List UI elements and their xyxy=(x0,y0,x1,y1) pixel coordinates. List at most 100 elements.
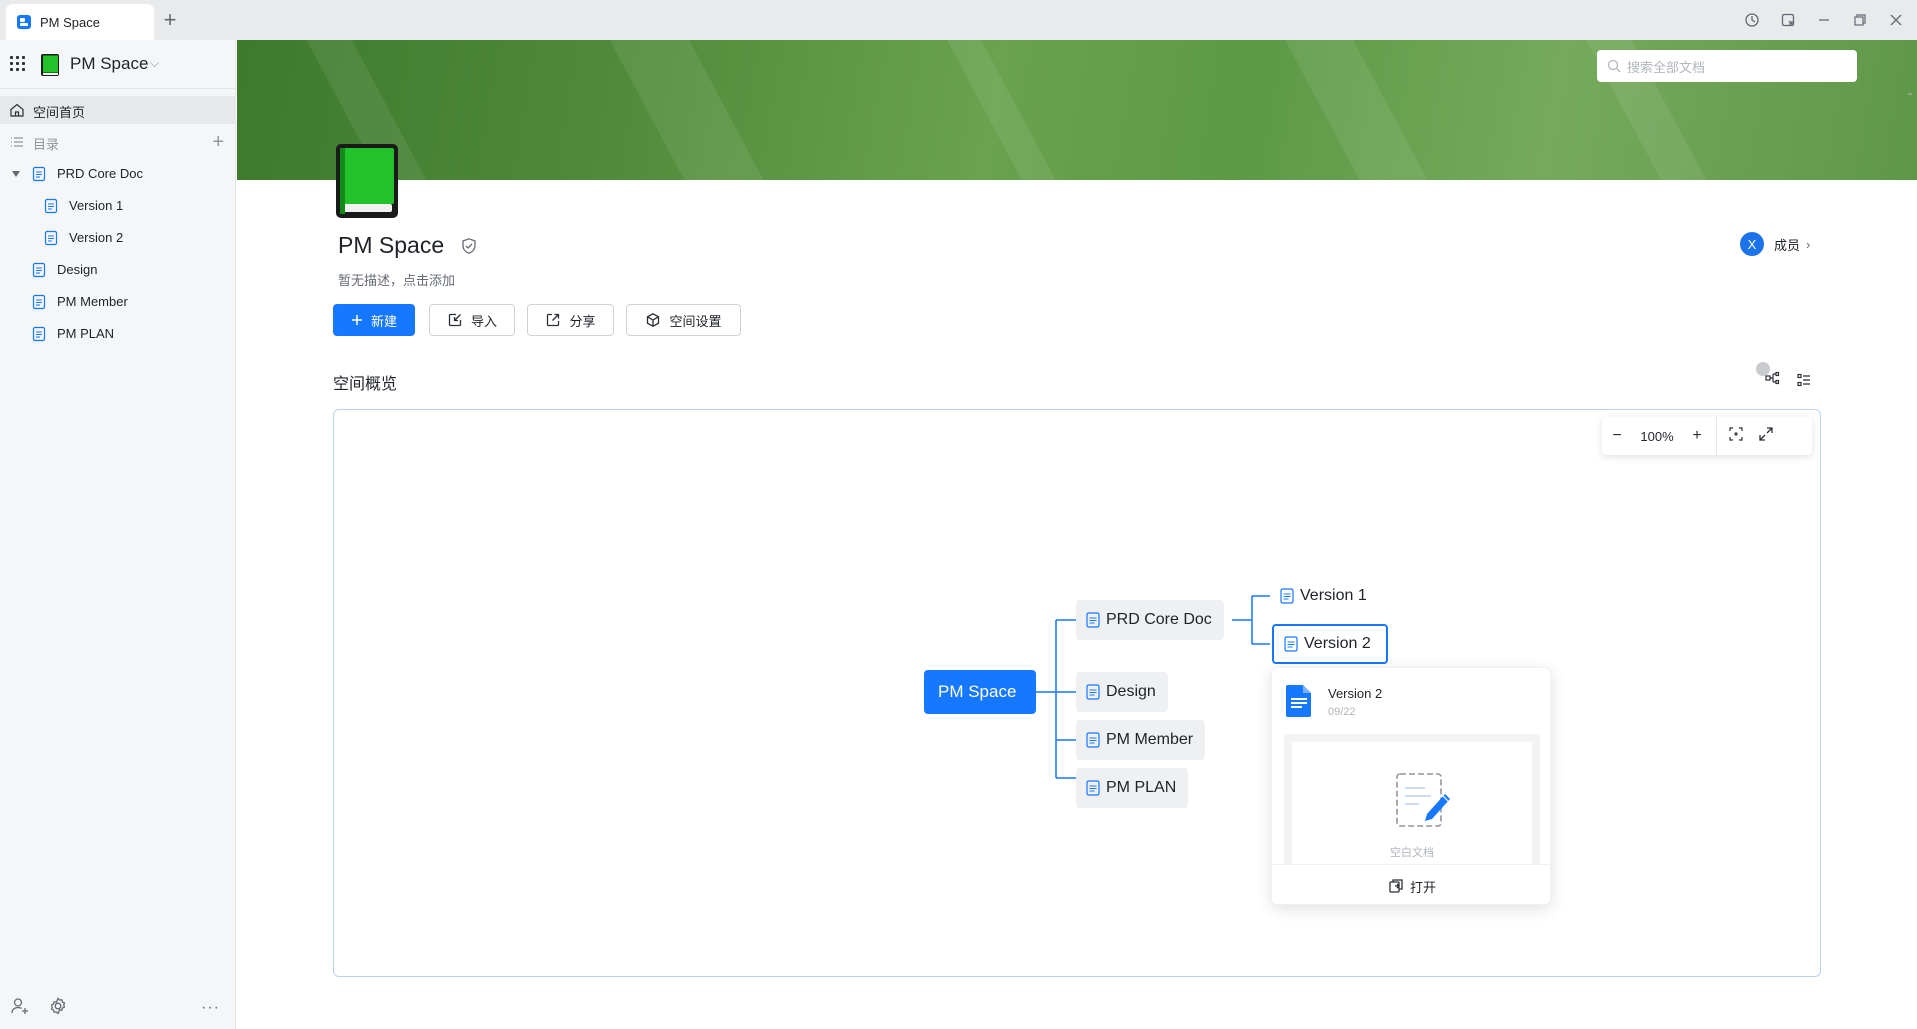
mindmap-node-version-2[interactable]: Version 2 xyxy=(1272,624,1388,664)
share-icon xyxy=(547,313,560,327)
list-icon xyxy=(11,137,23,147)
popover-date: 09/22 xyxy=(1328,706,1356,718)
sidebar-item-pm-member[interactable]: PM Member xyxy=(0,288,236,316)
sidebar-item-home[interactable]: 空间首页 xyxy=(0,96,236,124)
import-label: 导入 xyxy=(470,313,497,329)
sync-icon[interactable] xyxy=(1742,10,1762,30)
mindmap-root-node[interactable]: PM Space xyxy=(924,670,1036,714)
search-placeholder: 搜索全部文档 xyxy=(1627,59,1706,75)
close-icon[interactable] xyxy=(1886,10,1906,30)
blank-doc-edit-icon xyxy=(1396,773,1450,827)
app-logo-icon xyxy=(17,15,31,29)
space-book-logo xyxy=(336,144,398,218)
node-label: PM Member xyxy=(1106,731,1194,748)
mindmap-icon xyxy=(1765,371,1780,385)
gear-icon[interactable] xyxy=(48,996,68,1016)
sidebar-item-version-2[interactable]: Version 2 xyxy=(0,224,236,252)
plus-icon xyxy=(351,315,362,325)
doc-icon xyxy=(32,166,46,182)
doc-preview-popover: Version 2 09/22 空白文档 打开 xyxy=(1271,667,1552,905)
sidebar-item-label: Version 2 xyxy=(69,230,124,245)
open-external-icon xyxy=(1389,879,1403,893)
import-icon xyxy=(448,313,462,327)
list-view-icon[interactable] xyxy=(1796,372,1812,388)
search-input[interactable]: 搜索全部文档 xyxy=(1597,50,1857,82)
space-book-icon xyxy=(41,54,59,76)
add-member-icon[interactable] xyxy=(10,996,30,1016)
more-options-button[interactable]: ··· xyxy=(201,999,220,1017)
members-label: 成员 xyxy=(1774,237,1801,253)
sidebar-item-pm-plan[interactable]: PM PLAN xyxy=(0,320,236,348)
overview-title: 空间概览 xyxy=(333,376,398,393)
sidebar-item-label: 空间首页 xyxy=(33,105,86,120)
doc-icon xyxy=(32,326,46,342)
doc-preview-area[interactable]: 空白文档 xyxy=(1284,734,1540,864)
doc-icon xyxy=(1086,684,1100,700)
node-label: Design xyxy=(1106,683,1156,700)
sidebar-item-label: PRD Core Doc xyxy=(57,166,143,181)
doc-icon xyxy=(1086,780,1100,796)
pin-window-icon[interactable] xyxy=(1778,10,1798,30)
sidebar-item-prd-core-doc[interactable]: PRD Core Doc xyxy=(0,160,236,188)
sidebar-item-label: Design xyxy=(57,262,98,277)
shield-check-icon[interactable] xyxy=(460,237,478,255)
open-doc-button[interactable]: 打开 xyxy=(1272,872,1552,900)
members-button[interactable]: X 成员 › xyxy=(1740,232,1810,256)
doc-icon xyxy=(32,262,46,278)
avatar: X xyxy=(1740,232,1764,256)
title-bar: PM Space + xyxy=(0,0,1917,40)
home-icon xyxy=(10,103,24,117)
space-switcher[interactable]: PM Space ⌵ xyxy=(0,40,236,88)
scroll-indicator: ⌃ xyxy=(1906,92,1915,103)
blank-doc-label: 空白文档 xyxy=(1390,847,1434,859)
page-title: PM Space xyxy=(338,232,445,258)
mindmap-node-design[interactable]: Design xyxy=(1076,672,1168,712)
node-label: Version 1 xyxy=(1300,587,1367,604)
new-button[interactable]: 新建 xyxy=(333,304,415,336)
new-label: 新建 xyxy=(370,313,397,329)
sidebar-catalog-label: 目录 xyxy=(33,137,60,152)
mindmap-node-pm-plan[interactable]: PM PLAN xyxy=(1076,768,1189,808)
node-label: PM PLAN xyxy=(1106,779,1177,796)
mindmap-node-prd-core-doc[interactable]: PRD Core Doc xyxy=(1076,600,1224,640)
browser-tab[interactable]: PM Space xyxy=(6,4,154,40)
doc-icon xyxy=(32,294,46,310)
node-label: Version 2 xyxy=(1304,635,1371,652)
divider xyxy=(1272,864,1552,865)
share-label: 分享 xyxy=(569,313,596,329)
cube-icon xyxy=(647,313,660,327)
sidebar-item-design[interactable]: Design xyxy=(0,256,236,284)
new-tab-button[interactable]: + xyxy=(158,8,182,32)
space-settings-button[interactable]: 空间设置 xyxy=(626,304,741,336)
doc-icon xyxy=(1086,732,1100,748)
minimize-icon[interactable] xyxy=(1814,10,1834,30)
popover-title: Version 2 xyxy=(1328,686,1383,701)
doc-file-icon xyxy=(1286,685,1311,717)
chevron-right-icon: › xyxy=(1806,236,1811,252)
chevron-down-icon[interactable]: ⌵ xyxy=(150,56,159,71)
import-button[interactable]: 导入 xyxy=(429,304,515,336)
doc-icon xyxy=(1280,588,1294,604)
mindmap-node-pm-member[interactable]: PM Member xyxy=(1076,720,1206,760)
caret-down-icon[interactable] xyxy=(11,170,21,178)
doc-icon xyxy=(44,230,58,246)
search-icon xyxy=(1607,59,1621,73)
divider xyxy=(0,88,236,89)
sidebar-catalog-header: 目录 + xyxy=(0,128,236,156)
sidebar-item-version-1[interactable]: Version 1 xyxy=(0,192,236,220)
mindmap-node-version-1[interactable]: Version 1 xyxy=(1270,576,1379,616)
node-label: PRD Core Doc xyxy=(1106,611,1212,628)
apps-grid-icon[interactable] xyxy=(10,56,26,72)
mindmap-canvas[interactable]: − 100% + PM Space PRD Core Doc Design PM… xyxy=(333,409,1821,977)
mindmap-view-toggle[interactable] xyxy=(1756,360,1784,388)
sidebar: PM Space ⌵ 空间首页 目录 + PRD Core Doc Versio… xyxy=(0,40,236,1029)
space-name: PM Space xyxy=(70,54,149,73)
sidebar-item-label: Version 1 xyxy=(69,198,124,213)
restore-icon[interactable] xyxy=(1850,10,1870,30)
doc-icon xyxy=(1284,636,1298,652)
add-doc-button[interactable]: + xyxy=(212,132,224,152)
space-description[interactable]: 暂无描述，点击添加 xyxy=(338,270,455,289)
tab-label: PM Space xyxy=(40,14,100,30)
space-settings-label: 空间设置 xyxy=(669,313,722,329)
share-button[interactable]: 分享 xyxy=(527,304,614,336)
